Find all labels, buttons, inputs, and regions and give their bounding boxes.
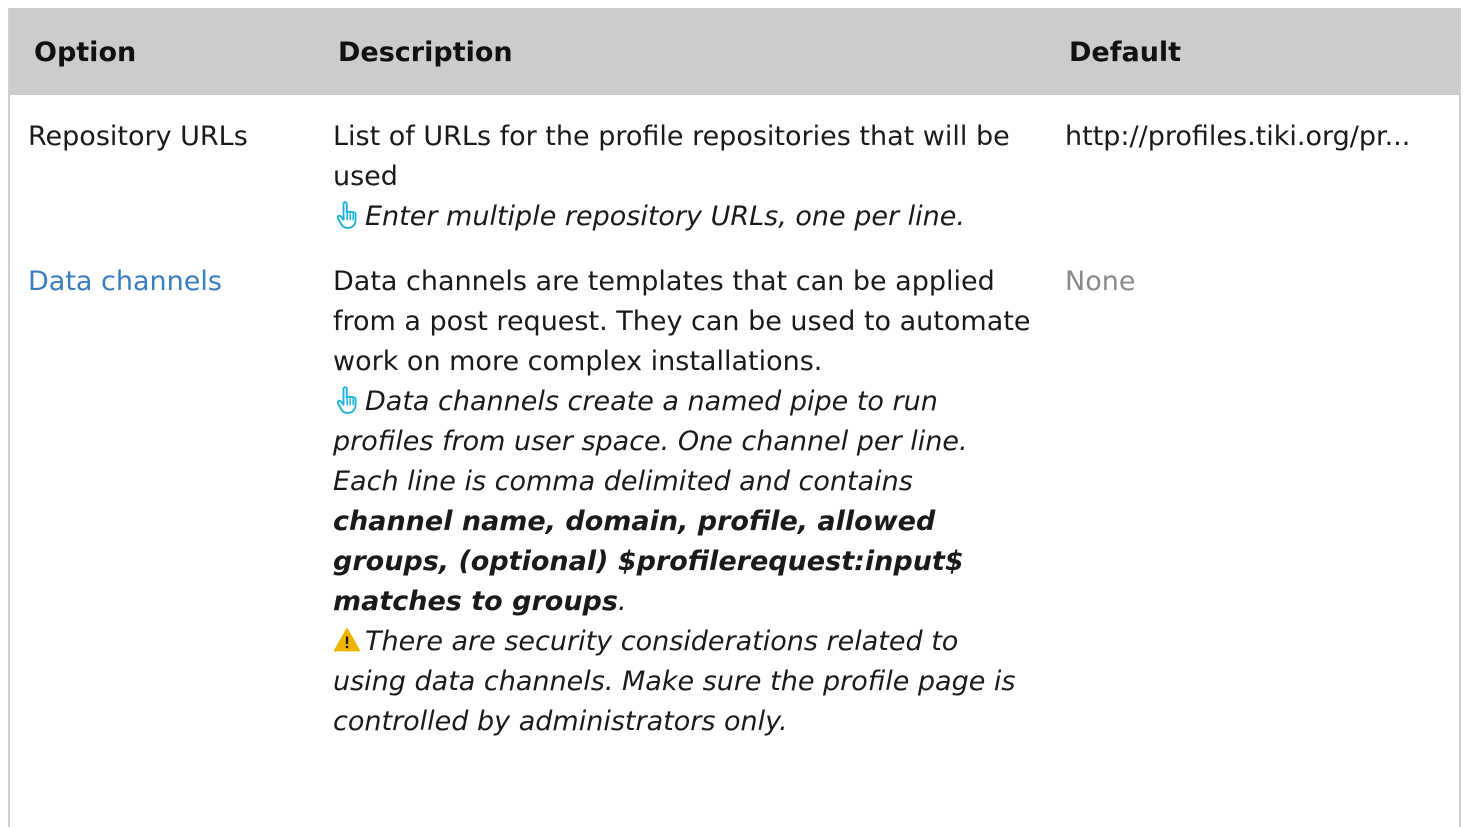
header-default: Default — [1069, 37, 1182, 68]
default-value: None — [1065, 266, 1136, 297]
header-option: Option — [34, 37, 137, 68]
hint-line: Data channels create a named pipe to run… — [333, 382, 1033, 622]
default-value: http://profiles.tiki.org/pr... — [1065, 121, 1411, 152]
pointing-hand-icon — [336, 386, 357, 414]
warning-triangle-icon — [333, 628, 361, 652]
hint-text-suffix: . — [617, 586, 627, 617]
warning-text: There are security considerations relate… — [333, 626, 1016, 737]
hint-line: Enter multiple repository URLs, one per … — [333, 197, 1033, 237]
description-cell: List of URLs for the profile repositorie… — [333, 117, 1033, 237]
table-row: Repository URLs List of URLs for the pro… — [10, 95, 1459, 262]
option-data-channels-link[interactable]: Data channels — [28, 262, 222, 302]
description-text: Data channels are templates that can be … — [333, 266, 1031, 377]
hint-text: Enter multiple repository URLs, one per … — [365, 201, 965, 232]
warning-line: There are security considerations relate… — [333, 622, 1033, 742]
preferences-table: Option Description Default Repository UR… — [8, 8, 1461, 827]
option-repository-urls: Repository URLs — [28, 121, 248, 152]
table-header: Option Description Default — [10, 8, 1459, 95]
description-text: List of URLs for the profile repositorie… — [333, 121, 1010, 192]
pointing-hand-icon — [336, 201, 357, 229]
hint-text-bold: channel name, domain, profile, allowed g… — [333, 506, 964, 617]
hint-text-prefix: Data channels create a named pipe to run… — [333, 386, 968, 497]
description-cell: Data channels are templates that can be … — [333, 262, 1033, 742]
header-description: Description — [338, 37, 513, 68]
